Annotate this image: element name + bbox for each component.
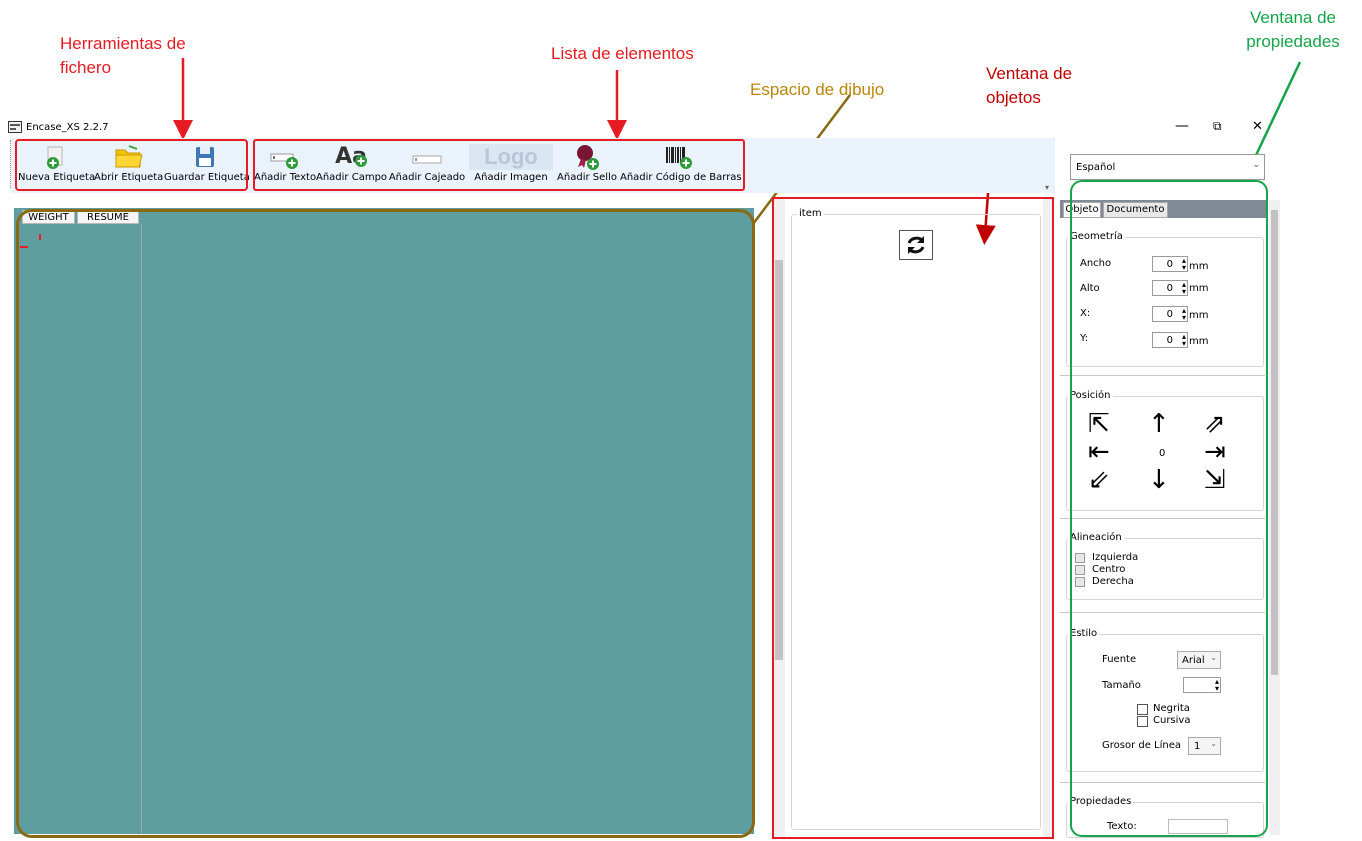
annotation-box-elements [253,139,745,191]
arrow-properties-window [1245,61,1302,178]
language-selected: Español [1076,162,1116,173]
window-title: Encase_XS 2.2.7 [26,122,109,133]
annotation-box-properties [1070,180,1268,837]
toolbar-overflow-icon[interactable]: ▾ [1045,183,1049,192]
annotation-box-objects [772,197,1054,839]
close-button[interactable]: ✕ [1252,119,1263,134]
app-icon [8,121,22,133]
chevron-down-icon: ⌄ [1252,160,1260,170]
annotation-box-file-tools [15,139,248,191]
language-select[interactable]: Español ⌄ [1070,154,1265,180]
restore-button[interactable]: ⧉ [1213,119,1222,134]
properties-scrollbar[interactable] [1269,200,1280,835]
properties-scrollbar-thumb[interactable] [1271,210,1278,675]
toolbar-grip [10,140,13,188]
minimize-button[interactable]: — [1175,118,1189,134]
annotation-box-drawing [16,209,755,838]
